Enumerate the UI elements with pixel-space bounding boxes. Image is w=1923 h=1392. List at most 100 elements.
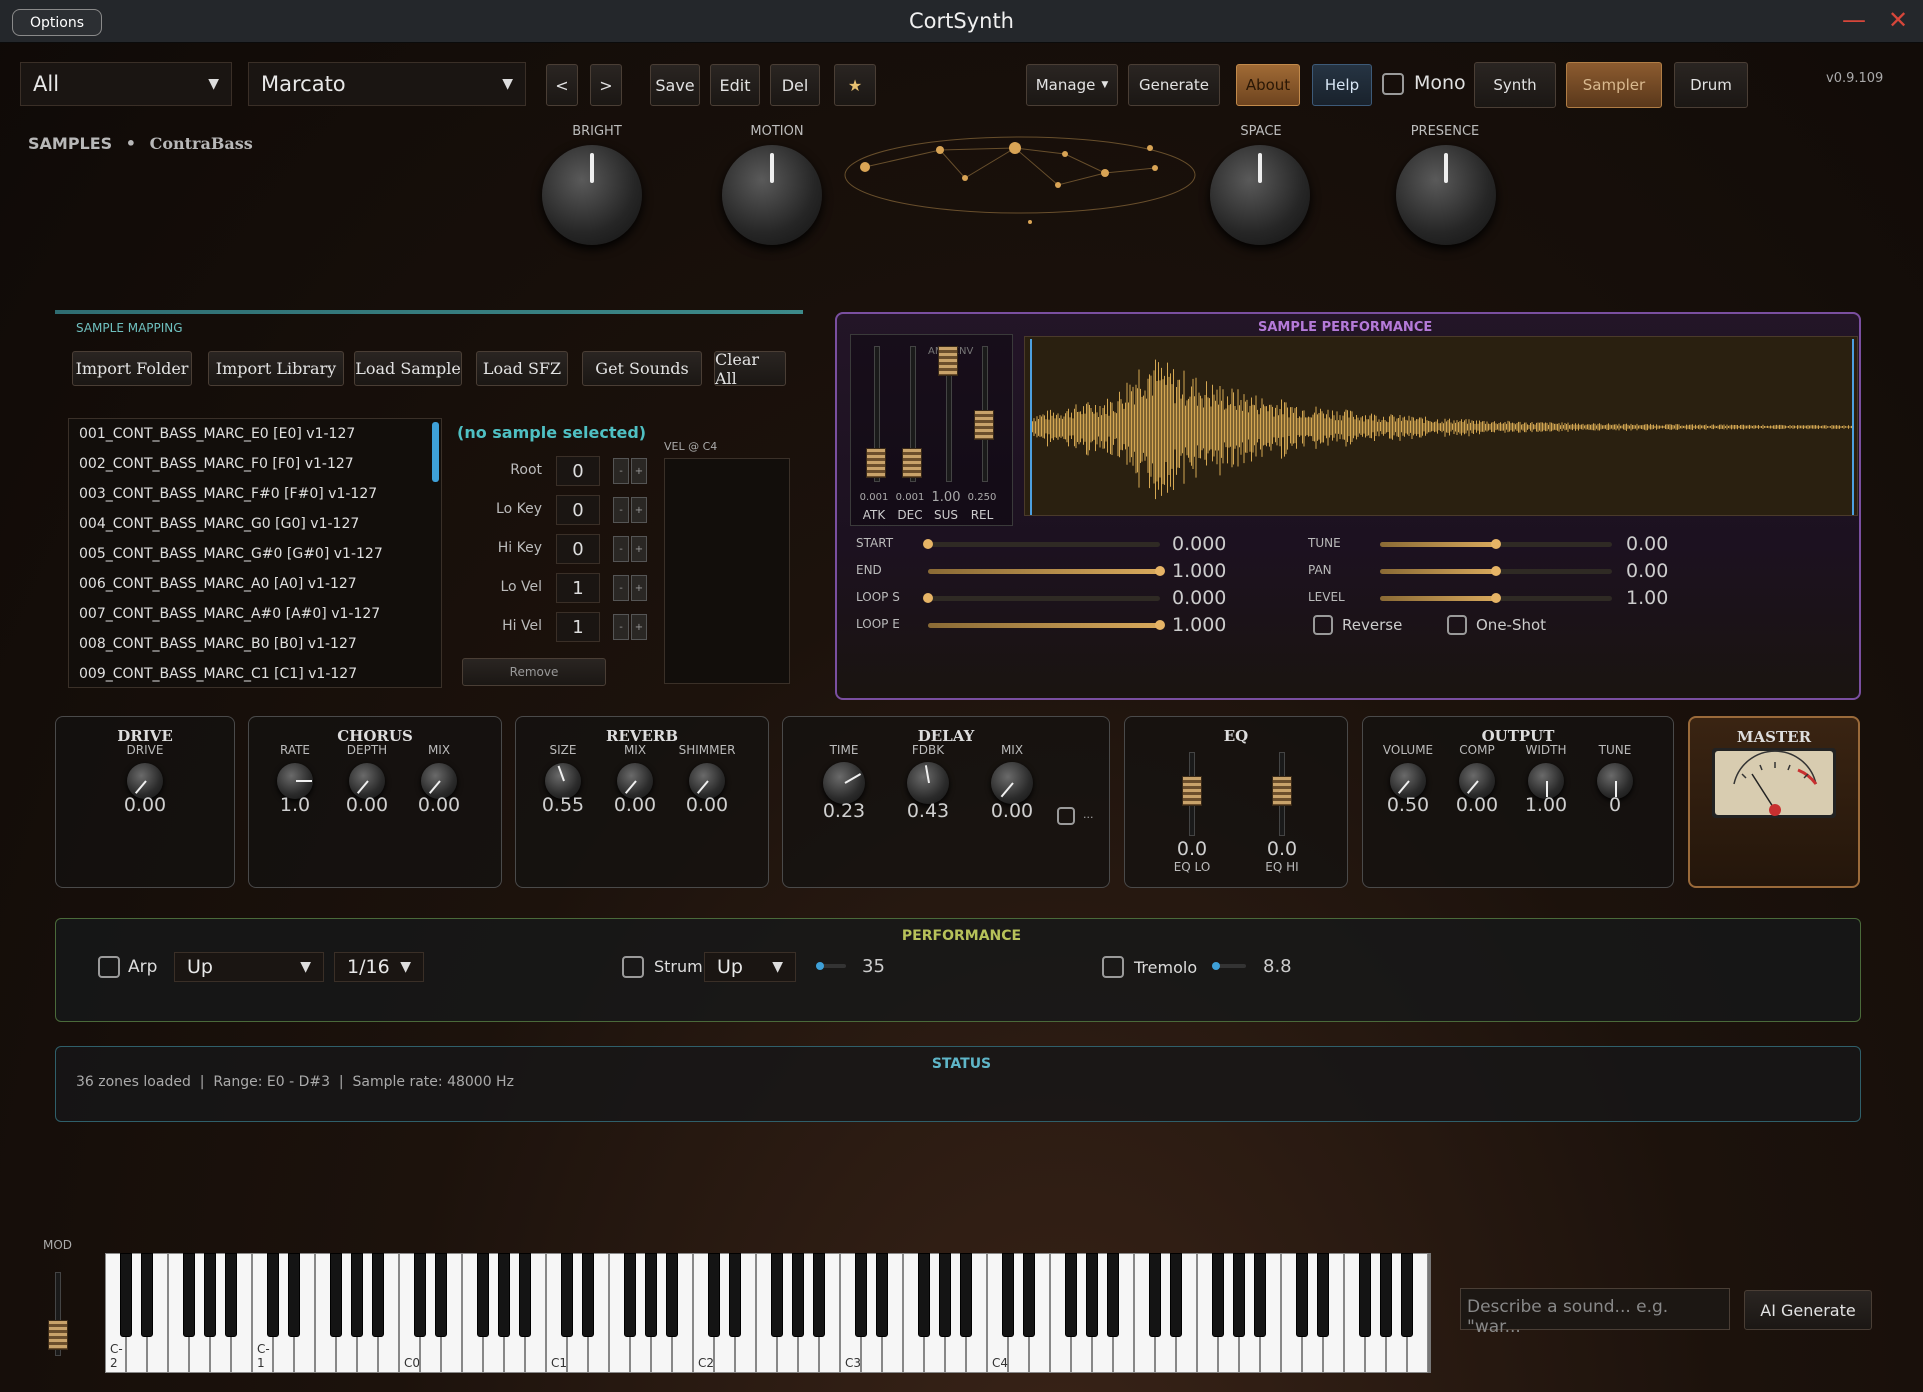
tremolo-slider-thumb[interactable] (1212, 962, 1220, 970)
piano-black-key[interactable] (1379, 1253, 1393, 1337)
list-scrollbar[interactable] (432, 422, 439, 482)
lo-key-increment-button[interactable]: + (631, 497, 647, 523)
hi-key-increment-button[interactable]: + (631, 536, 647, 562)
piano-black-key[interactable] (224, 1253, 238, 1337)
import-folder-button[interactable]: Import Folder (72, 351, 192, 386)
favorite-star-icon[interactable]: ★ (834, 64, 876, 106)
strum-checkbox[interactable] (622, 956, 644, 978)
lo-vel-increment-button[interactable]: + (631, 575, 647, 601)
lo-vel-decrement-button[interactable]: - (613, 575, 629, 601)
piano-black-key[interactable] (812, 1253, 826, 1337)
arp-rate-select[interactable]: 1/16 ▼ (334, 952, 424, 982)
piano-black-key[interactable] (413, 1253, 427, 1337)
arp-checkbox[interactable] (98, 956, 120, 978)
piano-black-key[interactable] (1022, 1253, 1036, 1337)
piano-black-key[interactable] (1211, 1253, 1225, 1337)
piano-black-key[interactable] (1085, 1253, 1099, 1337)
piano-black-key[interactable] (1358, 1253, 1372, 1337)
start-slider[interactable] (923, 539, 1160, 549)
piano-black-key[interactable] (791, 1253, 805, 1337)
list-item[interactable]: 001_CONT_BASS_MARC_E0 [E0] v1-127 (69, 419, 441, 449)
delete-button[interactable]: Del (770, 64, 820, 106)
load-sample-button[interactable]: Load Sample (354, 351, 462, 386)
import-library-button[interactable]: Import Library (208, 351, 344, 386)
piano-black-key[interactable] (350, 1253, 364, 1337)
piano-black-key[interactable] (938, 1253, 952, 1337)
lo-key-decrement-button[interactable]: - (613, 497, 629, 523)
lo-key-value[interactable]: 0 (556, 495, 600, 525)
mod-wheel-handle[interactable] (48, 1320, 68, 1350)
generate-button[interactable]: Generate (1128, 64, 1220, 106)
piano-black-key[interactable] (1232, 1253, 1246, 1337)
strum-slider-thumb[interactable] (816, 962, 824, 970)
delay-sync-checkbox[interactable] (1057, 807, 1075, 825)
clear-all-button[interactable]: Clear All (714, 350, 786, 388)
piano-black-key[interactable] (434, 1253, 448, 1337)
arp-mode-select[interactable]: Up ▼ (174, 952, 324, 982)
ai-prompt-input[interactable]: Describe a sound... e.g. "war... (1460, 1288, 1730, 1337)
prev-preset-button[interactable]: < (546, 64, 578, 106)
loop-s-slider-thumb[interactable] (923, 593, 933, 603)
list-item[interactable]: 005_CONT_BASS_MARC_G#0 [G#0] v1-127 (69, 539, 441, 569)
reverse-checkbox[interactable] (1313, 615, 1333, 635)
loop-e-slider-thumb[interactable] (1155, 620, 1165, 630)
atk-fader-handle[interactable] (866, 448, 886, 478)
piano-black-key[interactable] (371, 1253, 385, 1337)
eq-lo-fader-handle[interactable] (1182, 776, 1202, 806)
tremolo-checkbox[interactable] (1102, 956, 1124, 978)
space-knob[interactable] (1210, 145, 1310, 245)
about-button[interactable]: About (1236, 64, 1300, 106)
piano-black-key[interactable] (1295, 1253, 1309, 1337)
save-button[interactable]: Save (650, 64, 700, 106)
hi-key-decrement-button[interactable]: - (613, 536, 629, 562)
list-item[interactable]: 003_CONT_BASS_MARC_F#0 [F#0] v1-127 (69, 479, 441, 509)
piano-black-key[interactable] (287, 1253, 301, 1337)
piano-black-key[interactable] (581, 1253, 595, 1337)
piano-black-key[interactable] (182, 1253, 196, 1337)
root-increment-button[interactable]: + (631, 458, 647, 484)
motion-knob[interactable] (722, 145, 822, 245)
level-slider-thumb[interactable] (1491, 593, 1501, 603)
pan-slider[interactable] (1380, 566, 1612, 576)
piano-black-key[interactable] (665, 1253, 679, 1337)
piano-black-key[interactable] (140, 1253, 154, 1337)
piano-black-key[interactable] (1064, 1253, 1078, 1337)
list-item[interactable]: 002_CONT_BASS_MARC_F0 [F0] v1-127 (69, 449, 441, 479)
delay-time-knob[interactable] (823, 762, 865, 804)
minimize-button[interactable]: — (1842, 6, 1866, 34)
sample-list[interactable]: 001_CONT_BASS_MARC_E0 [E0] v1-127 002_CO… (68, 418, 442, 688)
one-shot-checkbox[interactable] (1447, 615, 1467, 635)
next-preset-button[interactable]: > (590, 64, 622, 106)
tremolo-slider[interactable] (1212, 962, 1246, 970)
remove-button[interactable]: Remove (462, 658, 606, 686)
piano-black-key[interactable] (119, 1253, 133, 1337)
lo-vel-value[interactable]: 1 (556, 573, 600, 603)
eq-hi-fader-handle[interactable] (1272, 776, 1292, 806)
synth-tab[interactable]: Synth (1474, 62, 1556, 108)
delay-mix-knob[interactable] (991, 762, 1033, 804)
load-sfz-button[interactable]: Load SFZ (476, 351, 568, 386)
piano-black-key[interactable] (707, 1253, 721, 1337)
pan-slider-thumb[interactable] (1491, 566, 1501, 576)
piano-black-key[interactable] (644, 1253, 658, 1337)
bright-knob[interactable] (542, 145, 642, 245)
sus-fader-handle[interactable] (938, 346, 958, 376)
manage-button[interactable]: Manage ▼ (1026, 64, 1118, 106)
piano-black-key[interactable] (728, 1253, 742, 1337)
dec-fader-handle[interactable] (902, 448, 922, 478)
piano-black-key[interactable] (518, 1253, 532, 1337)
list-item[interactable]: 009_CONT_BASS_MARC_C1 [C1] v1-127 (69, 659, 441, 689)
piano-black-key[interactable] (1316, 1253, 1330, 1337)
piano-black-key[interactable] (1169, 1253, 1183, 1337)
end-slider-thumb[interactable] (1155, 566, 1165, 576)
sampler-tab[interactable]: Sampler (1566, 62, 1662, 108)
preset-select[interactable]: Marcato ▼ (248, 62, 526, 106)
ai-generate-button[interactable]: AI Generate (1744, 1290, 1872, 1330)
delay-fdbk-knob[interactable] (907, 762, 949, 804)
tune-slider[interactable] (1380, 539, 1612, 549)
piano-black-key[interactable] (875, 1253, 889, 1337)
root-value[interactable]: 0 (556, 456, 600, 486)
piano-black-key[interactable] (560, 1253, 574, 1337)
piano-black-key[interactable] (770, 1253, 784, 1337)
root-decrement-button[interactable]: - (613, 458, 629, 484)
